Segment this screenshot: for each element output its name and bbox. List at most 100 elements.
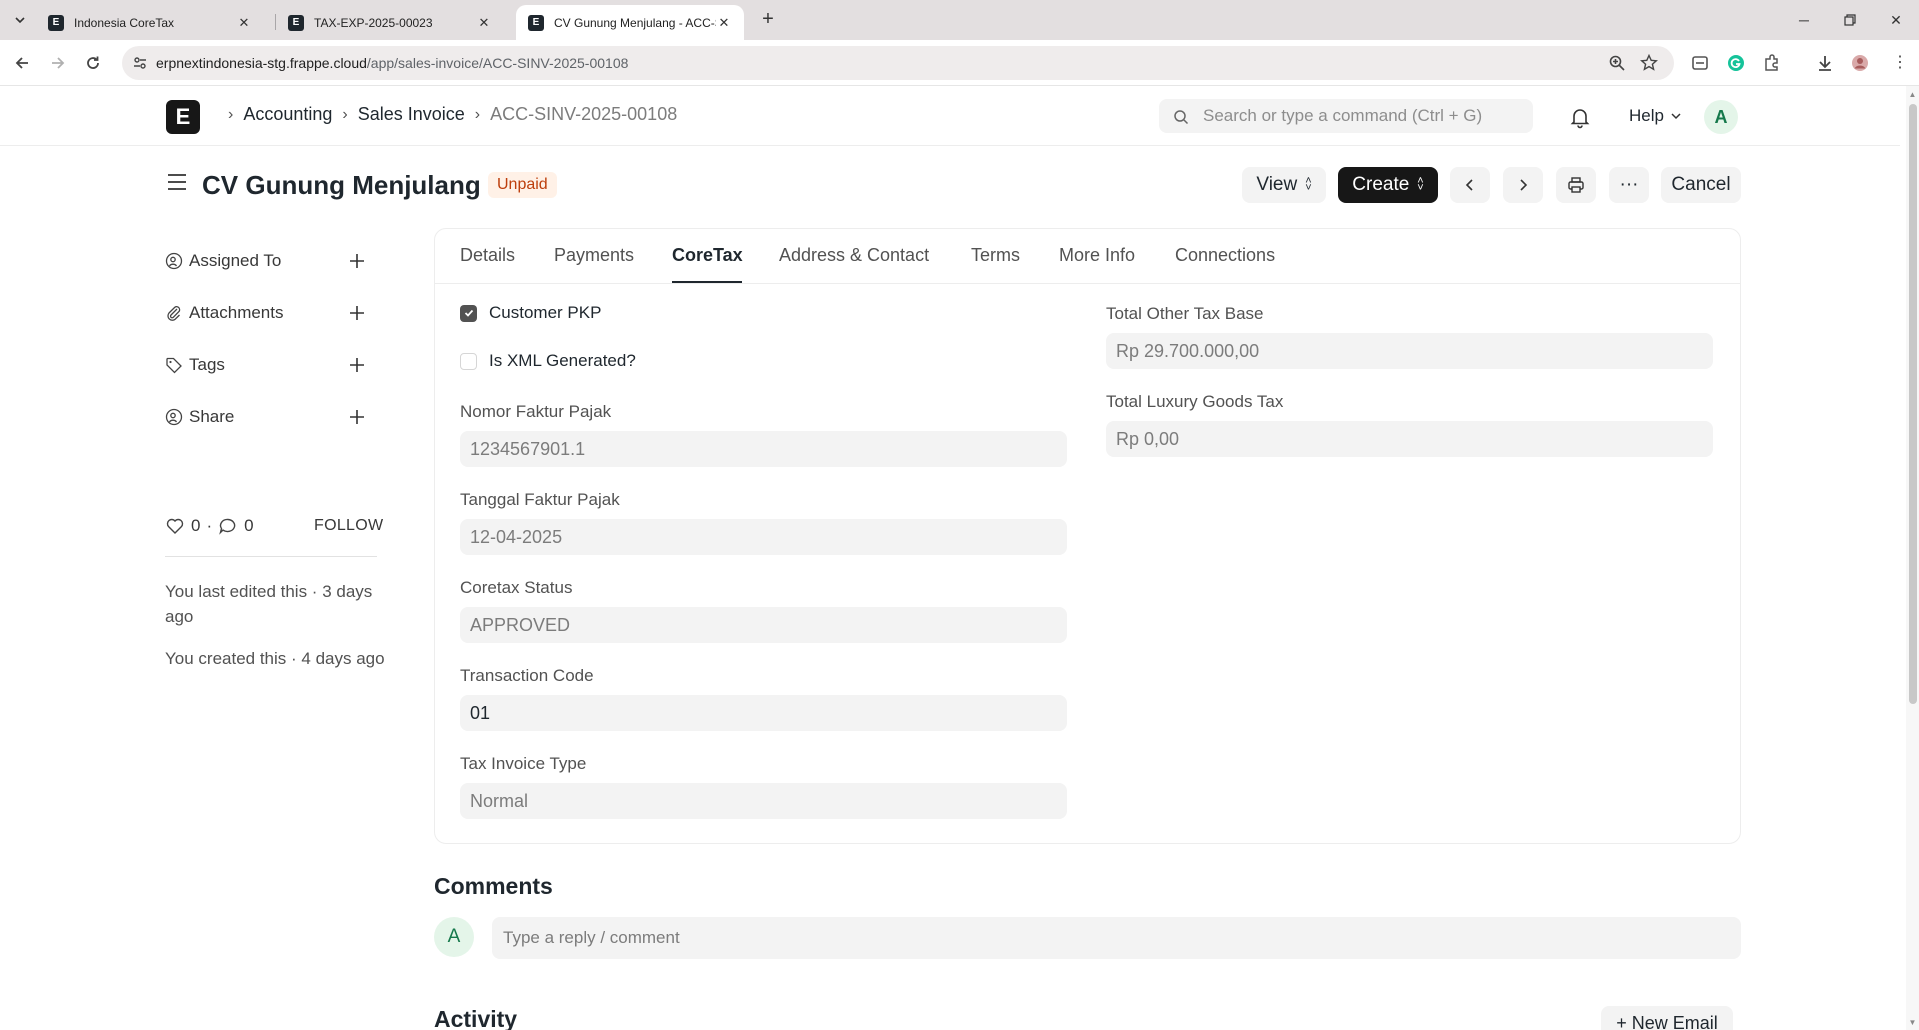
more-actions-button[interactable]: ···	[1609, 167, 1649, 203]
tanggal-faktur-field[interactable]: 12-04-2025	[460, 519, 1067, 555]
transaction-code-label: Transaction Code	[460, 666, 594, 685]
print-button[interactable]	[1556, 167, 1596, 203]
cancel-button[interactable]: Cancel	[1661, 167, 1741, 203]
heart-icon[interactable]	[165, 516, 185, 536]
follow-button[interactable]: FOLLOW	[314, 517, 383, 535]
coretax-status-field[interactable]: APPROVED	[460, 607, 1067, 643]
url-text: erpnextindonesia-stg.frappe.cloud/app/sa…	[156, 55, 628, 71]
browser-address-bar: erpnextindonesia-stg.frappe.cloud/app/sa…	[0, 40, 1919, 86]
sidebar-item-tags[interactable]: Tags	[165, 350, 377, 380]
chevron-right-icon: ›	[474, 105, 481, 123]
checkbox-unchecked-icon[interactable]	[460, 352, 477, 370]
sidebar-toggle-icon[interactable]	[166, 172, 188, 192]
plus-icon[interactable]	[347, 251, 367, 271]
scroll-up-icon[interactable]: ▲	[1906, 88, 1919, 102]
comment-input[interactable]	[492, 917, 1741, 959]
close-icon[interactable]: ✕	[476, 15, 492, 31]
extension-screen-icon[interactable]	[1690, 53, 1710, 73]
tab-address-contact[interactable]: Address & Contact	[779, 245, 929, 266]
transaction-code-field[interactable]: 01	[460, 695, 1067, 731]
help-label: Help	[1629, 106, 1664, 125]
extensions-puzzle-icon[interactable]	[1762, 53, 1782, 73]
minimize-icon[interactable]: ─	[1786, 8, 1822, 32]
erpnext-favicon-icon: E	[528, 14, 544, 31]
customer-pkp-checkbox[interactable]: Customer PKP	[460, 303, 601, 323]
tab-coretax[interactable]: CoreTax	[672, 245, 743, 266]
select-arrows-icon: ˄ ˅	[1305, 175, 1312, 194]
tax-invoice-type-field[interactable]: Normal	[460, 783, 1067, 819]
reload-icon[interactable]	[81, 51, 105, 75]
search-input[interactable]	[1203, 99, 1523, 133]
view-label: View	[1256, 174, 1298, 195]
likes-count: 0	[191, 516, 201, 535]
profile-icon[interactable]	[1850, 53, 1870, 73]
tab-connections[interactable]: Connections	[1175, 245, 1275, 266]
scrollbar-thumb[interactable]	[1909, 104, 1917, 704]
previous-doc-button[interactable]	[1450, 167, 1490, 203]
url-field[interactable]: erpnextindonesia-stg.frappe.cloud/app/sa…	[122, 46, 1674, 80]
browser-tab-coretax[interactable]: E Indonesia CoreTax ✕	[36, 5, 264, 40]
next-doc-button[interactable]	[1503, 167, 1543, 203]
zoom-icon[interactable]	[1608, 54, 1626, 72]
new-tab-icon[interactable]: +	[756, 8, 780, 32]
total-luxury-goods-tax-field[interactable]: Rp 0,00	[1106, 421, 1713, 457]
nomor-faktur-label: Nomor Faktur Pajak	[460, 402, 612, 421]
share-icon	[165, 408, 183, 426]
browser-menu-icon[interactable]: ⋮	[1888, 51, 1912, 75]
download-icon[interactable]	[1815, 53, 1835, 73]
tab-more-info[interactable]: More Info	[1059, 245, 1135, 266]
sidebar-item-share[interactable]: Share	[165, 402, 377, 432]
app-logo[interactable]: E	[166, 100, 200, 134]
chevron-right-icon: ›	[228, 105, 234, 123]
awesomebar[interactable]	[1159, 99, 1533, 133]
close-icon[interactable]: ✕	[236, 15, 252, 31]
tab-payments[interactable]: Payments	[554, 245, 634, 266]
breadcrumb-accounting[interactable]: Accounting	[243, 104, 332, 125]
user-avatar[interactable]: A	[1704, 100, 1738, 134]
scroll-down-icon[interactable]: ▼	[1906, 1016, 1919, 1030]
is-xml-generated-checkbox[interactable]: Is XML Generated?	[460, 351, 636, 371]
comment-icon[interactable]	[218, 516, 238, 536]
paperclip-icon	[167, 306, 181, 321]
erpnext-favicon-icon: E	[48, 14, 64, 31]
forward-icon[interactable]	[46, 51, 70, 75]
notification-bell-icon[interactable]	[1568, 105, 1592, 129]
form-card: Details Payments CoreTax Address & Conta…	[434, 228, 1741, 844]
close-icon[interactable]: ✕	[716, 15, 732, 31]
tab-details[interactable]: Details	[460, 245, 515, 266]
plus-icon[interactable]	[347, 407, 367, 427]
create-button[interactable]: Create ˄ ˅	[1338, 167, 1438, 203]
active-tab-indicator	[672, 281, 742, 283]
window-close-icon[interactable]: ✕	[1878, 8, 1914, 32]
sidebar-item-assigned-to[interactable]: Assigned To	[165, 246, 377, 276]
last-edited-text: You last edited this · 3 days ago	[165, 582, 373, 626]
tab-title: CV Gunung Menjulang - ACC-S	[554, 15, 716, 30]
tag-icon	[166, 357, 182, 374]
sidebar-item-attachments[interactable]: Attachments	[165, 298, 377, 328]
back-icon[interactable]	[10, 51, 34, 75]
new-email-button[interactable]: + New Email	[1601, 1006, 1733, 1030]
page-title: CV Gunung Menjulang	[202, 170, 481, 200]
help-dropdown[interactable]: Help	[1629, 106, 1682, 126]
view-button[interactable]: View ˄ ˅	[1242, 167, 1326, 203]
restore-icon[interactable]	[1832, 8, 1868, 32]
breadcrumb-document[interactable]: ACC-SINV-2025-00108	[490, 104, 677, 125]
user-add-icon	[165, 252, 183, 270]
total-other-tax-base-field[interactable]: Rp 29.700.000,00	[1106, 333, 1713, 369]
plus-icon[interactable]	[347, 355, 367, 375]
grammarly-icon[interactable]	[1726, 53, 1746, 73]
browser-tab-active[interactable]: E CV Gunung Menjulang - ACC-S ✕	[516, 5, 744, 40]
plus-icon[interactable]	[347, 303, 367, 323]
checkbox-checked-icon[interactable]	[460, 304, 477, 322]
chevron-down-icon	[1671, 113, 1681, 120]
browser-tab-tax-exp[interactable]: E TAX-EXP-2025-00023 ✕	[276, 5, 504, 40]
bookmark-star-icon[interactable]	[1640, 54, 1658, 72]
nomor-faktur-field[interactable]: 1234567901.1	[460, 431, 1067, 467]
tab-terms[interactable]: Terms	[971, 245, 1020, 266]
tab-search-icon[interactable]	[8, 9, 32, 31]
chevron-right-icon	[1520, 179, 1528, 191]
site-settings-icon[interactable]	[132, 55, 148, 71]
sidebar-item-label: Attachments	[189, 303, 284, 322]
erpnext-favicon-icon: E	[288, 14, 304, 31]
breadcrumb-sales-invoice[interactable]: Sales Invoice	[358, 104, 465, 125]
